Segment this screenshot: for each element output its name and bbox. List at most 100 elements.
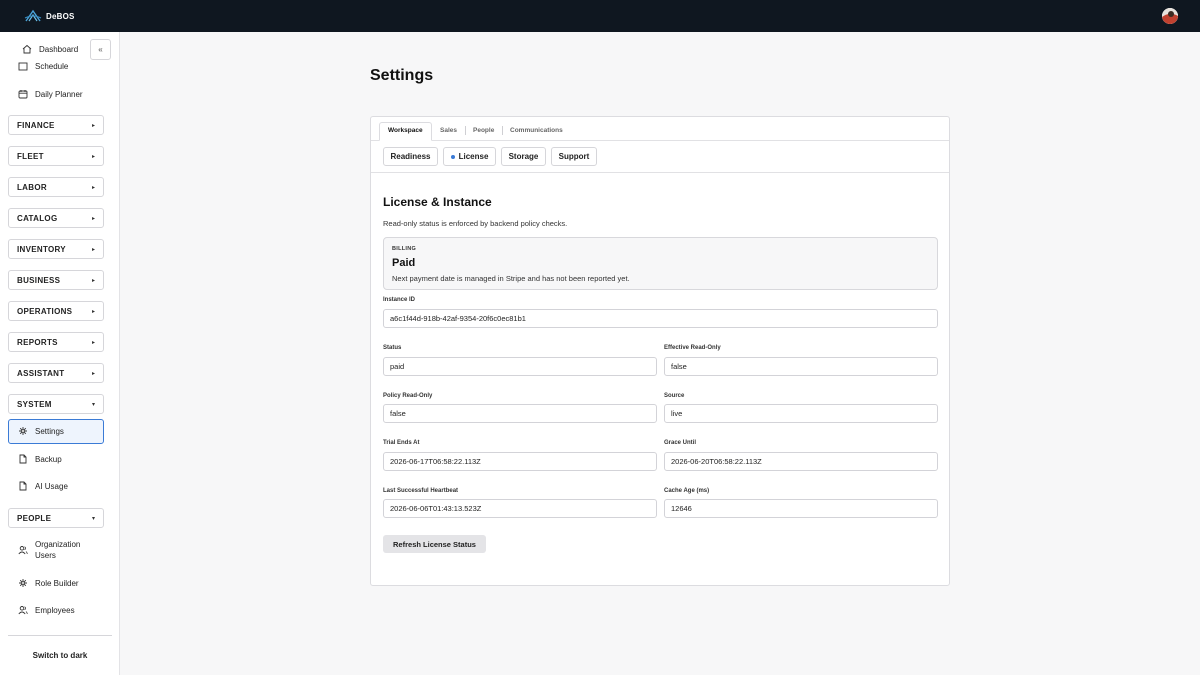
sidebar-group-assistant[interactable]: ASSISTANT ▸	[8, 363, 104, 383]
top-bar: DeBOS	[0, 0, 1200, 32]
sidebar-item-employees[interactable]: Employees	[18, 605, 75, 615]
theme-toggle-button[interactable]: Switch to dark	[8, 646, 112, 664]
policy-read-only-field[interactable]	[383, 404, 657, 423]
group-label: REPORTS	[17, 337, 58, 347]
sidebar-item-backup[interactable]: Backup	[18, 454, 62, 464]
sidebar-item-label: Settings	[35, 426, 64, 436]
chevron-down-icon: ▾	[91, 401, 95, 408]
group-label: OPERATIONS	[17, 306, 73, 316]
tab-communications[interactable]: Communications	[510, 127, 563, 134]
effective-read-only-label: Effective Read-Only	[664, 345, 721, 351]
sidebar-item-organization-users[interactable]: Organization Users	[18, 539, 85, 561]
group-label: FINANCE	[17, 120, 55, 130]
sidebar-group-reports[interactable]: REPORTS ▸	[8, 332, 104, 352]
sidebar-item-settings[interactable]: Settings	[18, 426, 64, 436]
group-label: PEOPLE	[17, 513, 52, 523]
subtab-support[interactable]: Support	[551, 147, 597, 166]
tab-workspace[interactable]: Workspace	[379, 122, 432, 141]
sidebar-item-daily-planner[interactable]: Daily Planner	[18, 89, 83, 99]
sidebar-group-system[interactable]: SYSTEM ▾	[8, 394, 104, 414]
sidebar-item-schedule[interactable]: Schedule	[18, 61, 68, 71]
avatar-image	[1162, 8, 1178, 24]
tab-sales[interactable]: Sales	[440, 127, 457, 134]
file-icon	[18, 481, 28, 491]
sidebar: Dashboard « Schedule Daily Planner FINAN…	[0, 32, 120, 675]
subtab-label: Support	[558, 152, 590, 161]
subtab-storage[interactable]: Storage	[501, 147, 546, 166]
chevron-right-icon: ▸	[91, 246, 95, 253]
status-field[interactable]	[383, 357, 657, 376]
sidebar-item-ai-usage[interactable]: AI Usage	[18, 481, 68, 491]
sidebar-group-fleet[interactable]: FLEET ▸	[8, 146, 104, 166]
tab-divider	[502, 126, 503, 135]
settings-tabs: Workspace Sales People Communications	[371, 117, 949, 141]
instance-id-field[interactable]	[383, 309, 938, 328]
subtab-readiness[interactable]: Readiness	[383, 147, 438, 166]
home-icon	[22, 44, 32, 54]
sidebar-group-people[interactable]: PEOPLE ▾	[8, 508, 104, 528]
sidebar-item-label: Employees	[35, 605, 75, 615]
chevron-right-icon: ▸	[91, 215, 95, 222]
sidebar-group-business[interactable]: BUSINESS ▸	[8, 270, 104, 290]
effective-read-only-field[interactable]	[664, 357, 938, 376]
calendar-icon	[18, 61, 28, 71]
trial-ends-at-field[interactable]	[383, 452, 657, 471]
tab-people[interactable]: People	[473, 127, 494, 134]
subtab-license[interactable]: License	[443, 147, 496, 166]
brand[interactable]: DeBOS	[24, 7, 75, 25]
subtab-label: Readiness	[390, 152, 431, 161]
subtabs-bar: Readiness License Storage Support	[371, 141, 949, 173]
section-title: License & Instance	[383, 195, 492, 209]
avatar[interactable]	[1162, 8, 1178, 24]
active-dot-icon	[450, 154, 455, 159]
group-label: CATALOG	[17, 213, 58, 223]
sidebar-item-label: Schedule	[35, 61, 69, 71]
sidebar-item-label: Dashboard	[39, 44, 79, 54]
billing-label: BILLING	[392, 246, 417, 252]
subtab-label: License	[458, 152, 489, 161]
tab-divider	[465, 126, 466, 135]
chevron-down-icon: ▾	[91, 515, 95, 522]
collapse-sidebar-button[interactable]: «	[90, 39, 111, 60]
cache-age-label: Cache Age (ms)	[664, 488, 710, 494]
brand-name: DeBOS	[46, 11, 75, 21]
group-label: LABOR	[17, 182, 47, 192]
sidebar-divider	[8, 635, 112, 636]
settings-icon	[18, 426, 28, 436]
section-description: Read-only status is enforced by backend …	[383, 219, 568, 228]
group-label: BUSINESS	[17, 275, 61, 285]
source-field[interactable]	[664, 404, 938, 423]
billing-panel: BILLING Paid Next payment date is manage…	[383, 237, 938, 290]
sidebar-item-label: Daily Planner	[35, 89, 83, 99]
sidebar-item-label: Role Builder	[35, 578, 79, 588]
sidebar-item-label: Backup	[35, 454, 62, 464]
cache-age-field[interactable]	[664, 499, 938, 518]
chevron-right-icon: ▸	[91, 277, 95, 284]
sidebar-group-finance[interactable]: FINANCE ▸	[8, 115, 104, 135]
instance-id-label: Instance ID	[383, 297, 416, 303]
sidebar-group-operations[interactable]: OPERATIONS ▸	[8, 301, 104, 321]
sidebar-group-catalog[interactable]: CATALOG ▸	[8, 208, 104, 228]
sidebar-item-dashboard[interactable]: Dashboard	[22, 44, 78, 54]
settings-icon	[18, 578, 28, 588]
sidebar-group-inventory[interactable]: INVENTORY ▸	[8, 239, 104, 259]
refresh-license-status-button[interactable]: Refresh License Status	[383, 535, 486, 553]
chevron-right-icon: ▸	[91, 184, 95, 191]
last-heartbeat-field[interactable]	[383, 499, 657, 518]
last-heartbeat-label: Last Successful Heartbeat	[383, 488, 459, 494]
trial-ends-at-label: Trial Ends At	[383, 440, 420, 446]
status-label: Status	[383, 345, 402, 351]
sidebar-group-labor[interactable]: LABOR ▸	[8, 177, 104, 197]
billing-note: Next payment date is managed in Stripe a…	[392, 274, 630, 283]
users-icon	[18, 545, 28, 555]
group-label: SYSTEM	[17, 399, 52, 409]
billing-status: Paid	[392, 257, 416, 269]
chevron-right-icon: ▸	[91, 339, 95, 346]
sidebar-item-role-builder[interactable]: Role Builder	[18, 578, 79, 588]
file-icon	[18, 454, 28, 464]
grace-until-field[interactable]	[664, 452, 938, 471]
grace-until-label: Grace Until	[664, 440, 697, 446]
subtab-label: Storage	[508, 152, 539, 161]
page-title: Settings	[370, 67, 434, 84]
sidebar-item-label: Organization Users	[35, 540, 81, 560]
